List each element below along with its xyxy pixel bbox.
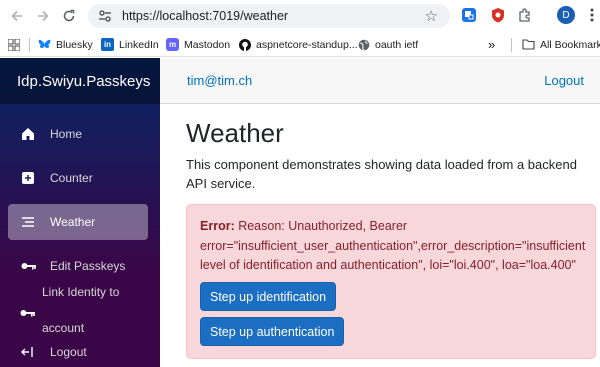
menu-dots-icon[interactable] — [583, 6, 600, 24]
top-row: tim@tim.ch Logout — [160, 58, 600, 104]
all-bookmarks-button[interactable]: All Bookmarks — [522, 36, 600, 53]
bookmark-label: Bluesky — [56, 38, 93, 51]
bookmark-aspnetcore[interactable]: aspnetcore-standup... — [238, 36, 358, 53]
sidebar: Idp.Swiyu.Passkeys Home Counter Weather … — [0, 58, 160, 367]
extension-icon[interactable] — [489, 6, 507, 24]
bookmarks-divider — [511, 38, 512, 52]
bookmarks-overflow-button[interactable]: » — [488, 36, 495, 53]
step-up-authentication-button[interactable]: Step up authentication — [200, 317, 345, 346]
globe-icon — [357, 38, 370, 51]
page-description: This component demonstrates showing data… — [186, 157, 577, 191]
bookmark-oauth[interactable]: oauth ietf — [357, 36, 418, 53]
forward-arrow-icon[interactable] — [32, 5, 54, 27]
star-icon[interactable]: ☆ — [425, 7, 438, 25]
list-icon — [20, 214, 36, 230]
url-text[interactable]: https://localhost:7019/weather — [122, 9, 288, 23]
bookmarks-divider — [29, 38, 30, 52]
github-icon — [238, 38, 251, 51]
bookmark-label: oauth ietf — [375, 38, 419, 51]
profile-initial: D — [557, 6, 575, 24]
page-title: Weather — [186, 118, 284, 148]
bookmark-linkedin[interactable]: in LinkedIn — [101, 36, 159, 53]
main-content: Weather This component demonstrates show… — [186, 104, 596, 359]
sidebar-item-home[interactable]: Home — [8, 116, 148, 152]
sidebar-item-edit-passkeys[interactable]: Edit Passkeys — [8, 248, 148, 284]
extension-icon[interactable] — [460, 6, 478, 24]
bookmark-label: aspnetcore-standup... — [256, 38, 358, 51]
puzzle-icon[interactable] — [516, 6, 534, 24]
sidebar-item-label: Weather — [50, 215, 96, 229]
brand-title[interactable]: Idp.Swiyu.Passkeys — [0, 58, 160, 104]
logout-arrow-icon — [20, 344, 36, 360]
apps-grid-icon[interactable] — [8, 36, 20, 53]
error-text: Reason: Unauthorized, Bearer error="insu… — [200, 219, 586, 272]
address-bar[interactable]: https://localhost:7019/weather ☆ — [88, 4, 450, 28]
bluesky-icon — [38, 38, 51, 51]
bookmark-label: Mastodon — [184, 38, 231, 51]
key-icon — [20, 258, 36, 274]
bookmarks-bar: Bluesky in LinkedIn m Mastodon aspnetcor… — [0, 32, 600, 57]
bookmark-mastodon[interactable]: m Mastodon — [166, 36, 230, 53]
sidebar-item-label: Home — [50, 127, 83, 141]
reload-icon[interactable] — [58, 5, 80, 27]
sidebar-item-weather[interactable]: Weather — [8, 204, 148, 240]
error-prefix: Error: — [200, 219, 235, 233]
linkedin-icon: in — [101, 38, 114, 51]
back-arrow-icon[interactable] — [6, 5, 28, 27]
sidebar-item-label: Logout — [50, 345, 87, 359]
folder-icon — [522, 38, 535, 51]
key-icon — [20, 306, 35, 320]
step-up-identification-button[interactable]: Step up identification — [200, 282, 337, 311]
plus-square-icon — [20, 170, 36, 186]
sidebar-item-label: Counter — [50, 171, 93, 185]
site-info-icon[interactable] — [96, 7, 114, 25]
sidebar-item-link-identity[interactable]: Link Identity to account — [8, 280, 148, 338]
sidebar-item-label: Edit Passkeys — [50, 259, 126, 273]
sidebar-item-counter[interactable]: Counter — [8, 160, 148, 196]
all-bookmarks-label: All Bookmarks — [540, 38, 600, 51]
error-message: Error: Reason: Unauthorized, Bearer erro… — [200, 217, 592, 276]
sidebar-item-label: Link Identity to — [42, 285, 120, 299]
browser-toolbar: https://localhost:7019/weather ☆ D — [0, 0, 600, 32]
bookmark-bluesky[interactable]: Bluesky — [38, 36, 93, 53]
logout-link[interactable]: Logout — [544, 73, 584, 88]
profile-avatar[interactable]: D — [557, 6, 575, 24]
mastodon-icon: m — [166, 38, 179, 51]
user-email-link[interactable]: tim@tim.ch — [187, 73, 252, 88]
error-alert: Error: Reason: Unauthorized, Bearer erro… — [186, 204, 596, 359]
sidebar-item-label-continued: account — [42, 321, 85, 335]
sidebar-item-logout[interactable]: Logout — [8, 334, 148, 367]
house-icon — [20, 126, 36, 142]
bookmark-label: LinkedIn — [119, 38, 159, 51]
